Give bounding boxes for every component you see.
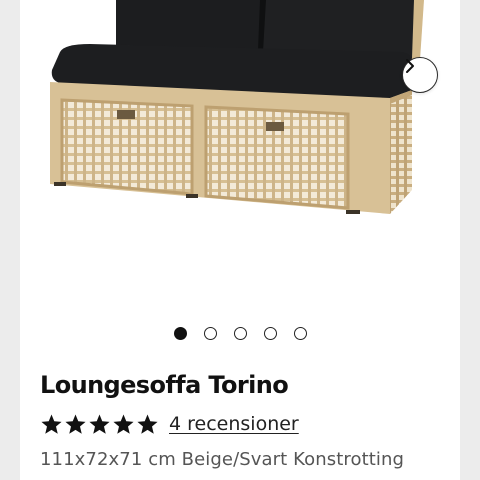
- gallery-dot-5[interactable]: [293, 327, 307, 340]
- gallery-dot-1[interactable]: [173, 327, 187, 340]
- product-title: Loungesoffa Torino: [40, 371, 289, 399]
- star-icon: [65, 413, 86, 434]
- gallery-dot-4[interactable]: [263, 327, 277, 340]
- star-icon: [137, 413, 158, 434]
- gallery-dot-2[interactable]: [203, 327, 217, 340]
- reviews-link[interactable]: 4 recensioner: [169, 413, 299, 435]
- chevron-right-icon: [406, 59, 414, 73]
- product-page: Loungesoffa Torino 4 recensioner 111x72x…: [20, 0, 460, 480]
- rating-stars: [40, 413, 159, 436]
- product-image-sofa: [50, 0, 424, 214]
- next-image-button[interactable]: [402, 57, 438, 93]
- product-specs: 111x72x71 cm Beige/Svart Konstrotting: [40, 449, 405, 470]
- product-rating: 4 recensioner: [40, 411, 299, 437]
- gallery-dot-3[interactable]: [233, 327, 247, 340]
- star-icon: [113, 413, 134, 434]
- star-icon: [89, 413, 110, 434]
- gallery-pagination: [20, 327, 460, 343]
- product-image-gallery[interactable]: [20, 0, 460, 320]
- star-icon: [41, 413, 62, 434]
